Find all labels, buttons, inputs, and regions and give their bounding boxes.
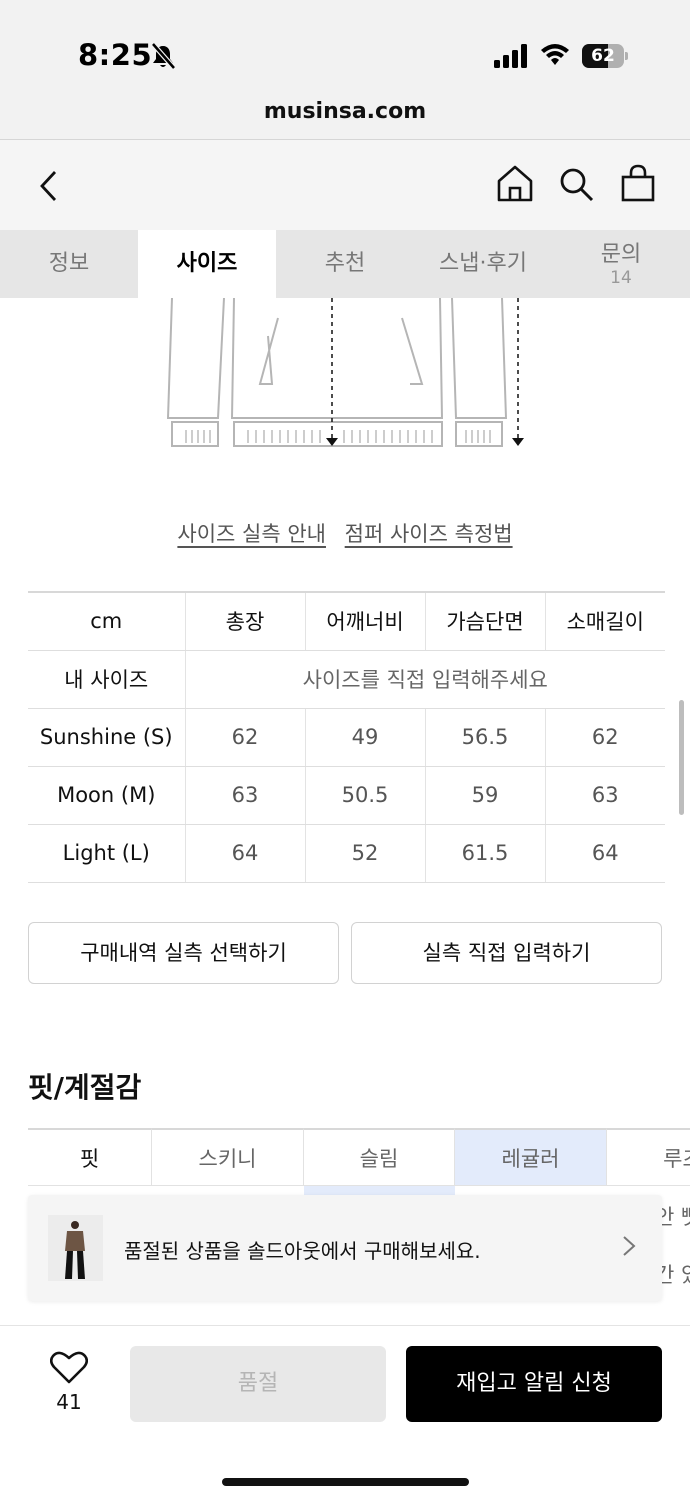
table-cell: 50.5: [304, 766, 425, 825]
fit-row-label: 핏: [28, 1128, 152, 1186]
bottom-action-bar: 41 품절 재입고 알림 신청: [0, 1325, 690, 1500]
scroll-indicator[interactable]: [679, 700, 684, 815]
table-row: Moon (M) 63 50.5 59 63: [28, 766, 665, 825]
size-name: Sunshine (S): [28, 708, 185, 767]
restock-alert-button[interactable]: 재입고 알림 신청: [406, 1346, 662, 1422]
search-icon[interactable]: [558, 166, 594, 202]
select-purchase-history-button[interactable]: 구매내역 실측 선택하기: [28, 922, 339, 984]
size-name: Moon (M): [28, 766, 185, 825]
jacket-measurement-illustration: [166, 298, 524, 447]
table-cell: 59: [424, 766, 545, 825]
table-cell: 63: [184, 766, 305, 825]
column-header: 총장: [184, 591, 305, 651]
table-cell: 56.5: [424, 708, 545, 767]
table-row: Light (L) 64 52 61.5 64: [28, 824, 665, 883]
fit-option-regular: 레귤러: [455, 1128, 607, 1186]
cellular-signal-icon: [494, 44, 527, 68]
my-size-label: 내 사이즈: [28, 650, 185, 709]
tab-recommend[interactable]: 추천: [276, 230, 414, 298]
like-count: 41: [56, 1390, 82, 1414]
heart-icon[interactable]: [50, 1350, 88, 1384]
column-header: 소매길이: [544, 591, 665, 651]
size-table-header: cm 총장 어깨너비 가슴단면 소매길이: [28, 591, 665, 651]
table-row: Sunshine (S) 62 49 56.5 62: [28, 708, 665, 767]
home-icon[interactable]: [496, 164, 534, 202]
size-measure-guide-link[interactable]: 사이즈 실측 안내: [177, 522, 326, 546]
tab-size[interactable]: 사이즈: [138, 230, 276, 298]
size-name: Light (L): [28, 824, 185, 883]
address-bar[interactable]: musinsa.com: [0, 92, 690, 140]
banner-message: 품절된 상품을 솔드아웃에서 구매해보세요.: [124, 1239, 481, 1263]
table-cell: 61.5: [424, 824, 545, 883]
product-thumbnail: [48, 1215, 103, 1281]
my-size-input-hint[interactable]: 사이즈를 직접 입력해주세요: [184, 650, 665, 709]
jumper-measure-method-link[interactable]: 점퍼 사이즈 측정법: [345, 522, 513, 546]
battery-level: 62: [591, 46, 615, 66]
soldout-button[interactable]: 품절: [130, 1346, 386, 1422]
tab-snap-review[interactable]: 스냅·후기: [414, 230, 552, 298]
tab-qna[interactable]: 문의 14: [552, 230, 690, 298]
app-header: [0, 140, 690, 230]
tab-info[interactable]: 정보: [0, 230, 138, 298]
unit-header: cm: [28, 591, 185, 651]
table-cell: 64: [184, 824, 305, 883]
product-tabs: 정보 사이즈 추천 스냅·후기 문의 14: [0, 230, 690, 298]
column-header: 어깨너비: [304, 591, 425, 651]
shopping-bag-icon[interactable]: [621, 164, 655, 202]
chevron-right-icon: [623, 1236, 636, 1256]
soldout-banner[interactable]: 품절된 상품을 솔드아웃에서 구매해보세요.: [28, 1195, 662, 1301]
tab-qna-label: 문의: [600, 242, 642, 267]
table-cell: 62: [544, 708, 665, 767]
direct-input-button[interactable]: 실측 직접 입력하기: [351, 922, 662, 984]
my-size-row: 내 사이즈 사이즈를 직접 입력해주세요: [28, 650, 665, 709]
back-chevron-icon[interactable]: [38, 170, 60, 202]
clock-time: 8:25: [78, 38, 153, 72]
home-indicator: [222, 1478, 469, 1486]
fit-option-slim: 슬림: [304, 1128, 455, 1186]
bell-muted-icon: [151, 42, 176, 70]
table-cell: 52: [304, 824, 425, 883]
size-guide-links: 사이즈 실측 안내 점퍼 사이즈 측정법: [0, 518, 690, 548]
fit-option-loose: 루즈: [607, 1128, 690, 1186]
fit-option-skinny: 스키니: [152, 1128, 304, 1186]
table-cell: 49: [304, 708, 425, 767]
table-cell: 64: [544, 824, 665, 883]
tab-qna-count: 14: [610, 268, 632, 288]
status-bar: 8:25 62: [0, 0, 690, 92]
fit-section-title: 핏/계절감: [28, 1071, 142, 1104]
wifi-icon: [541, 44, 569, 65]
size-table: cm 총장 어깨너비 가슴단면 소매길이 내 사이즈 사이즈를 직접 입력해주세…: [28, 591, 665, 883]
table-cell: 62: [184, 708, 305, 767]
battery-icon: 62: [582, 44, 628, 68]
table-cell: 63: [544, 766, 665, 825]
column-header: 가슴단면: [424, 591, 545, 651]
